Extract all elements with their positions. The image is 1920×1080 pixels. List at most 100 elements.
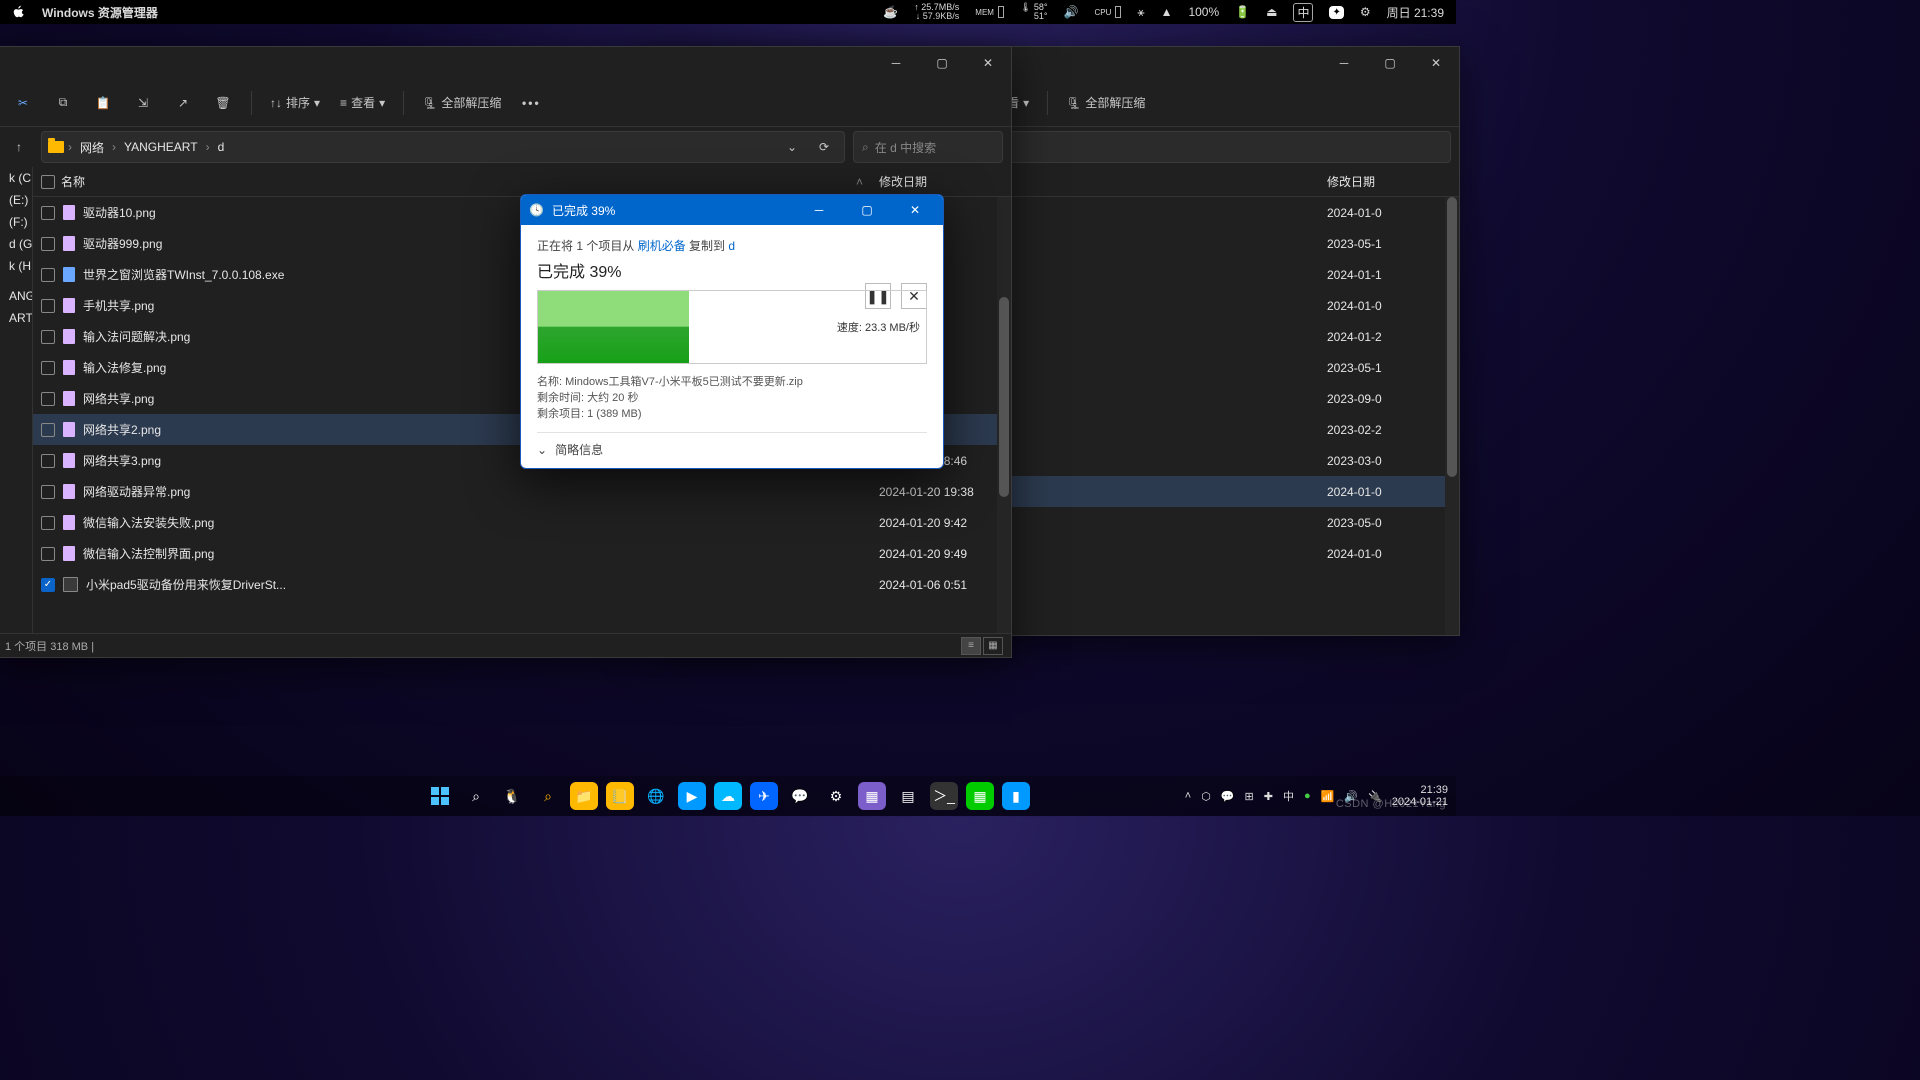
wechat-icon[interactable]: 💬: [786, 782, 814, 810]
task-app-2[interactable]: ⌕: [534, 782, 562, 810]
details-view-button[interactable]: ≡: [961, 637, 981, 655]
share-button[interactable]: ↗: [165, 85, 201, 121]
cut-button[interactable]: ✂: [5, 85, 41, 121]
task-app-5[interactable]: ☁: [714, 782, 742, 810]
ime-icon[interactable]: 中: [1293, 3, 1313, 22]
edge-icon[interactable]: 🌐: [642, 782, 670, 810]
search-input[interactable]: ⌕ 在 d 中搜索: [853, 131, 1003, 163]
table-row[interactable]: 网络驱动器异常.png2024-01-20 19:38: [33, 476, 1011, 507]
bluetooth-icon[interactable]: ⚹: [1137, 5, 1144, 20]
row-checkbox[interactable]: [41, 299, 55, 313]
view-menu[interactable]: ≡ 查看 ▾: [332, 85, 393, 121]
row-checkbox[interactable]: [41, 516, 55, 530]
refresh-button[interactable]: ⟳: [810, 133, 838, 161]
row-checkbox[interactable]: [41, 330, 55, 344]
battery-icon: 🔋: [1235, 5, 1250, 19]
statusbar-a: 1 个项目 318 MB | ≡ ▦: [0, 633, 1011, 657]
row-checkbox[interactable]: [41, 485, 55, 499]
row-checkbox[interactable]: [41, 268, 55, 282]
row-checkbox[interactable]: [41, 361, 55, 375]
table-row[interactable]: 微信输入法安装失败.png2024-01-20 9:42: [33, 507, 1011, 538]
table-row[interactable]: ✓小米pad5驱动备份用来恢复DriverSt...2024-01-06 0:5…: [33, 569, 1011, 600]
extract-button[interactable]: 🗜 全部解压缩: [414, 85, 509, 121]
extract-button[interactable]: 🗜 全部解压缩: [1058, 85, 1153, 121]
sidebar-item[interactable]: k (C:): [0, 167, 32, 189]
sidebar-item[interactable]: k (H:): [0, 255, 32, 277]
sidebar-item[interactable]: (F:): [0, 211, 32, 233]
sidebar-item[interactable]: ANG: [0, 285, 32, 307]
dialog-close[interactable]: ✕: [895, 195, 935, 225]
volume-icon[interactable]: 🔊: [1064, 5, 1079, 19]
tray-overflow-icon[interactable]: ˄: [1185, 790, 1191, 802]
sidebar-tree[interactable]: k (C:)(E:)(F:)d (G:)k (H:) ANGART: [0, 167, 33, 633]
cpu-indicator: CPU: [1094, 6, 1121, 18]
tray-wifi-icon[interactable]: 📶: [1321, 790, 1335, 803]
settings-icon[interactable]: ⚙: [822, 782, 850, 810]
tray-icon-2[interactable]: ⊞: [1245, 790, 1254, 803]
clock[interactable]: 周日 21:39: [1387, 4, 1444, 21]
minimize-button[interactable]: ─: [873, 47, 919, 79]
maximize-button[interactable]: ▢: [1367, 47, 1413, 79]
sort-menu[interactable]: ↑↓ 排序 ▾: [262, 85, 328, 121]
task-app-1[interactable]: 🐧: [498, 782, 526, 810]
control-center-icon[interactable]: ⚙: [1360, 5, 1371, 19]
rename-button[interactable]: ⇲: [125, 85, 161, 121]
copy-button[interactable]: ⧉: [45, 85, 81, 121]
dialog-maximize[interactable]: ▢: [847, 195, 887, 225]
row-checkbox[interactable]: [41, 454, 55, 468]
sidebar-item[interactable]: [0, 277, 32, 285]
start-button[interactable]: [426, 782, 454, 810]
breadcrumb-a[interactable]: › 网络 › YANGHEART › d ⌄ ⟳: [41, 131, 845, 163]
search-button[interactable]: ⌕: [462, 782, 490, 810]
row-checkbox[interactable]: [41, 206, 55, 220]
tray-wechat-icon[interactable]: 💬: [1221, 790, 1235, 803]
task-app-6[interactable]: ✈: [750, 782, 778, 810]
select-all-a[interactable]: [41, 175, 55, 189]
tray-icon[interactable]: ⬡: [1201, 790, 1211, 803]
eject-icon[interactable]: ⏏: [1266, 5, 1277, 19]
tray-cross-icon[interactable]: ✚: [1264, 790, 1273, 803]
tray-ime[interactable]: 中: [1283, 788, 1294, 804]
system-tray[interactable]: ˄ ⬡ 💬 ⊞ ✚ 中 ● 📶 🔊 🔌 21:392024-01-21: [1185, 776, 1448, 816]
up-button[interactable]: ↑: [5, 133, 33, 161]
task-app-10[interactable]: ▮: [1002, 782, 1030, 810]
wifi-icon[interactable]: ▲: [1161, 5, 1173, 19]
maximize-button[interactable]: ▢: [919, 47, 965, 79]
file-name: 手机共享.png: [83, 297, 154, 314]
close-button[interactable]: ✕: [965, 47, 1011, 79]
close-button[interactable]: ✕: [1413, 47, 1459, 79]
table-row[interactable]: 微信输入法控制界面.png2024-01-20 9:49: [33, 538, 1011, 569]
delete-button[interactable]: 🗑: [205, 85, 241, 121]
task-app-4[interactable]: ▶: [678, 782, 706, 810]
terminal-icon[interactable]: ＞_: [930, 782, 958, 810]
siri-icon[interactable]: ✦: [1329, 6, 1343, 19]
row-checkbox[interactable]: ✓: [41, 578, 55, 592]
history-dropdown[interactable]: ⌄: [778, 133, 806, 161]
row-checkbox[interactable]: [41, 237, 55, 251]
task-app-8[interactable]: ▤: [894, 782, 922, 810]
task-app-7[interactable]: ▦: [858, 782, 886, 810]
row-checkbox[interactable]: [41, 392, 55, 406]
explorer-taskbar-icon[interactable]: 📁: [570, 782, 598, 810]
overflow-button[interactable]: •••: [513, 85, 549, 121]
sidebar-item[interactable]: (E:): [0, 189, 32, 211]
sidebar-item[interactable]: ART: [0, 307, 32, 329]
dialog-titlebar[interactable]: 🕓 已完成 39% ─ ▢ ✕: [521, 195, 943, 225]
paste-button[interactable]: 📋: [85, 85, 121, 121]
list-header-a[interactable]: 名称˄ 修改日期: [33, 167, 1011, 197]
task-app-9[interactable]: ▦: [966, 782, 994, 810]
dialog-minimize[interactable]: ─: [799, 195, 839, 225]
collapse-toggle[interactable]: ⌄ 简略信息: [537, 432, 927, 458]
minimize-button[interactable]: ─: [1321, 47, 1367, 79]
copy-progress-dialog[interactable]: 🕓 已完成 39% ─ ▢ ✕ 正在将 1 个项目从 刷机必备 复制到 d 已完…: [520, 194, 944, 469]
icons-view-button[interactable]: ▦: [983, 637, 1003, 655]
tray-disc-icon[interactable]: ●: [1304, 790, 1311, 802]
row-checkbox[interactable]: [41, 547, 55, 561]
window-a-titlebar[interactable]: ─ ▢ ✕: [0, 47, 1011, 79]
scrollbar-b[interactable]: [1445, 197, 1459, 635]
sidebar-item[interactable]: d (G:): [0, 233, 32, 255]
file-name: 世界之窗浏览器TWInst_7.0.0.108.exe: [83, 266, 284, 283]
scrollbar-a[interactable]: [997, 197, 1011, 633]
row-checkbox[interactable]: [41, 423, 55, 437]
task-app-3[interactable]: 📒: [606, 782, 634, 810]
